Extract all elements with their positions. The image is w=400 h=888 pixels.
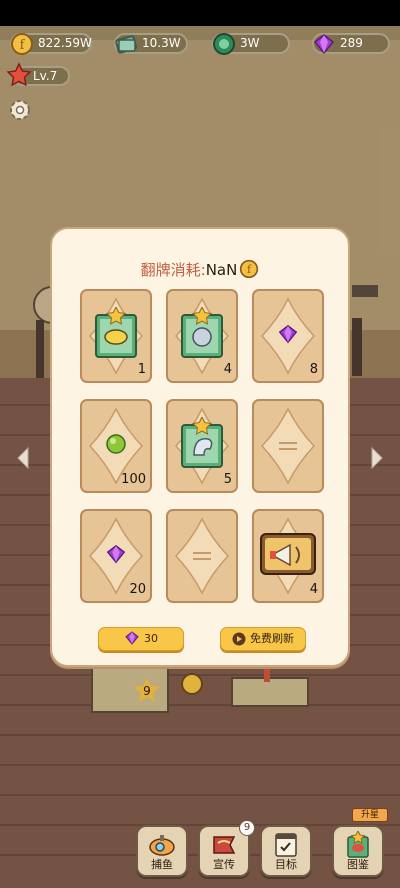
megaphone-icon — [260, 533, 316, 575]
flip-cost-value: NaN — [205, 261, 238, 279]
gem-flip-cost: 30 — [144, 632, 158, 645]
album-icon — [347, 831, 369, 858]
gear-icon[interactable] — [8, 98, 32, 122]
gem-icon — [313, 34, 335, 55]
arrow-left-icon[interactable] — [14, 445, 32, 471]
green-ball-icon — [106, 434, 126, 454]
flip-cost-label: 翻牌消耗: — [140, 261, 206, 279]
nav-goals-label: 目标 — [275, 858, 297, 871]
bills-counter[interactable]: 10.3W — [114, 33, 188, 54]
coin-value: 822.59W — [38, 36, 92, 50]
nav-promote[interactable]: 宣传 9 — [198, 820, 255, 877]
star-icon — [6, 62, 32, 87]
flip-card[interactable]: 4 — [166, 289, 238, 383]
shrimp-card-icon — [181, 417, 223, 468]
free-refresh-button[interactable]: 免费刷新 — [220, 627, 306, 651]
gem-value: 289 — [340, 36, 363, 50]
flip-cost: 翻牌消耗:NaN f — [52, 259, 348, 280]
gem-flip-button[interactable]: 30 — [98, 627, 184, 651]
nav-fishing[interactable]: 捕鱼 — [136, 825, 188, 877]
card-count: 4 — [309, 582, 318, 597]
gem-icon — [125, 631, 139, 645]
play-video-icon — [232, 632, 246, 646]
arrow-right-icon[interactable] — [368, 445, 386, 471]
nav-goals[interactable]: 目标 — [260, 825, 312, 877]
flag-icon — [213, 836, 236, 854]
flip-card[interactable]: 8 — [252, 289, 324, 383]
card-count: 20 — [129, 582, 146, 597]
status-bar — [0, 0, 400, 26]
checklist-icon — [275, 833, 297, 857]
green-coin-value: 3W — [240, 36, 260, 50]
fish-card-icon — [95, 307, 137, 358]
level-badge[interactable]: Lv.7 — [6, 62, 70, 87]
card-count: 4 — [223, 362, 232, 377]
card-count: 100 — [121, 472, 146, 487]
coin-counter[interactable]: f 822.59W — [10, 33, 92, 55]
upgrade-star-tag[interactable]: 升星 — [352, 808, 388, 822]
flip-card[interactable]: 20 — [80, 509, 152, 603]
bills-icon — [115, 35, 138, 54]
card-back — [252, 399, 324, 493]
flip-card[interactable]: 5 — [166, 399, 238, 493]
nav-album-label: 图鉴 — [347, 858, 369, 871]
pufferfish-card-icon — [181, 307, 223, 358]
flip-card[interactable]: 4 — [252, 509, 324, 603]
green-coin-counter[interactable]: 3W — [212, 33, 290, 55]
flip-card-face-down[interactable] — [252, 399, 324, 493]
gem-icon — [106, 544, 126, 564]
coin-icon: f — [240, 259, 259, 279]
card-count: 8 — [309, 362, 318, 377]
card-back — [166, 509, 238, 603]
notification-badge: 9 — [239, 820, 255, 836]
nav-promote-label: 宣传 — [213, 858, 235, 871]
coin-icon: f — [11, 33, 33, 55]
flip-card-face-down[interactable] — [166, 509, 238, 603]
bills-value: 10.3W — [142, 36, 181, 50]
flip-card[interactable]: 100 — [80, 399, 152, 493]
nav-fishing-label: 捕鱼 — [151, 858, 173, 871]
submarine-icon — [149, 835, 175, 856]
card-count: 5 — [223, 472, 232, 487]
flip-card-modal: 翻牌消耗:NaN f 1 4 8 100 5 20 4 30 免费刷新 — [50, 227, 350, 667]
gem-icon — [278, 324, 298, 344]
level-label: Lv.7 — [33, 69, 58, 83]
flip-card[interactable]: 1 — [80, 289, 152, 383]
gem-counter[interactable]: 289 — [312, 33, 390, 55]
card-count: 1 — [137, 362, 146, 377]
nav-album[interactable]: 图鉴 — [332, 825, 384, 877]
green-coin-icon — [213, 33, 235, 55]
free-refresh-label: 免费刷新 — [250, 632, 294, 645]
